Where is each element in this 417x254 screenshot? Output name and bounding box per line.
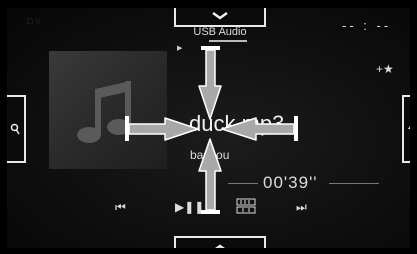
arrow-right — [128, 117, 199, 141]
direction-arrows-overlay — [125, 46, 298, 214]
arrow-down — [198, 49, 222, 120]
audio-player-screen: □○ USB Audio ▶ -- : -- +★ duck.mp3 — [7, 8, 410, 248]
arrow-left — [221, 117, 295, 141]
arrow-up — [198, 138, 222, 211]
